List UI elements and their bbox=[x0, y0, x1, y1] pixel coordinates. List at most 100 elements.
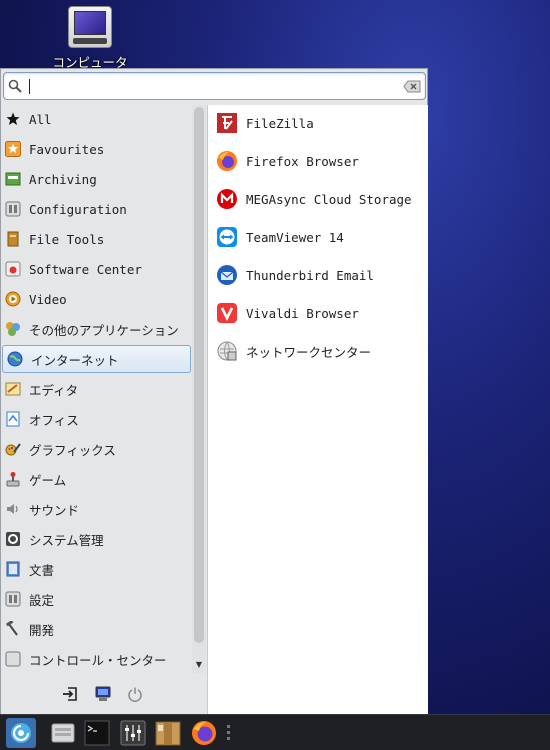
app-label: TeamViewer 14 bbox=[246, 229, 344, 245]
logout-icon[interactable] bbox=[61, 685, 79, 703]
clear-search-icon[interactable] bbox=[403, 80, 421, 93]
app-launcher-item[interactable]: MEGAsync Cloud Storage bbox=[216, 184, 412, 214]
app-label: ネットワークセンター bbox=[246, 344, 372, 360]
lock-screen-icon[interactable] bbox=[94, 685, 112, 703]
app-label: FileZilla bbox=[246, 115, 314, 131]
editor-icon bbox=[5, 381, 21, 397]
category-item[interactable]: 文書 bbox=[1, 555, 191, 583]
system-icon bbox=[5, 531, 21, 547]
category-item[interactable]: Software Center bbox=[1, 255, 191, 283]
file-manager-button[interactable] bbox=[48, 718, 78, 748]
app-launcher-item[interactable]: Firefox Browser bbox=[216, 146, 359, 176]
app-label: Thunderbird Email bbox=[246, 267, 374, 283]
joystick-icon bbox=[5, 471, 21, 487]
category-item[interactable]: オフィス bbox=[1, 405, 191, 433]
archive-box-icon bbox=[155, 721, 181, 746]
category-item[interactable]: その他のアプリケーション bbox=[1, 315, 191, 343]
speaker-icon bbox=[5, 501, 21, 517]
taskbar-separator bbox=[227, 725, 231, 743]
mixer-settings-button[interactable] bbox=[118, 718, 148, 748]
desktop-computer-icon[interactable]: コンピュータ bbox=[48, 4, 132, 71]
category-item[interactable]: All bbox=[1, 105, 191, 133]
office-icon bbox=[5, 411, 21, 427]
taskbar bbox=[0, 714, 550, 750]
category-item[interactable]: コントロール・センター bbox=[1, 645, 191, 673]
category-label: ゲーム bbox=[29, 472, 67, 488]
application-list: FileZilla Firefox Browser MEGAsync Cloud S… bbox=[207, 105, 428, 714]
app-label: Vivaldi Browser bbox=[246, 305, 359, 321]
category-label: Video bbox=[29, 291, 67, 307]
mega-icon bbox=[216, 188, 238, 210]
search-input[interactable] bbox=[32, 76, 402, 96]
text-cursor bbox=[29, 79, 30, 94]
archive-icon bbox=[5, 171, 21, 187]
scroll-down-arrow-icon[interactable]: ▼ bbox=[194, 659, 204, 671]
category-item[interactable]: Favourites bbox=[1, 135, 191, 163]
control-center-icon bbox=[5, 651, 21, 667]
start-menu-button[interactable] bbox=[6, 718, 36, 748]
category-label: Configuration bbox=[29, 201, 127, 217]
firefox-icon bbox=[216, 150, 238, 172]
firefox-taskbar-icon bbox=[192, 721, 216, 745]
category-item[interactable]: サウンド bbox=[1, 495, 191, 523]
category-label: インターネット bbox=[31, 352, 119, 368]
configuration-icon bbox=[5, 201, 21, 217]
category-label: Favourites bbox=[29, 141, 105, 157]
teamviewer-icon bbox=[216, 226, 238, 248]
category-item[interactable]: 開発 bbox=[1, 615, 191, 643]
terminal-icon bbox=[84, 720, 110, 746]
category-label: その他のアプリケーション bbox=[29, 322, 179, 338]
category-item[interactable]: 設定 bbox=[1, 585, 191, 613]
category-scrollbar[interactable]: ▼ bbox=[192, 105, 206, 673]
archive-manager-button[interactable] bbox=[153, 718, 183, 748]
category-label: 開発 bbox=[29, 622, 55, 638]
category-item[interactable]: File Tools bbox=[1, 225, 191, 253]
category-item[interactable]: インターネット bbox=[2, 345, 191, 373]
app-launcher-item[interactable]: Vivaldi Browser bbox=[216, 298, 359, 328]
settings-icon bbox=[5, 591, 21, 607]
other-apps-icon bbox=[5, 321, 21, 337]
file-manager-icon bbox=[51, 723, 75, 743]
star-icon bbox=[5, 111, 21, 127]
application-menu: All Favourites Archiving Configuration File … bbox=[0, 68, 428, 714]
category-item[interactable]: Video bbox=[1, 285, 191, 313]
category-label: Archiving bbox=[29, 171, 97, 187]
computer-icon bbox=[68, 6, 112, 48]
category-label: 文書 bbox=[29, 562, 55, 578]
category-item[interactable]: グラフィックス bbox=[1, 435, 191, 463]
category-item[interactable]: Archiving bbox=[1, 165, 191, 193]
filezilla-icon bbox=[216, 112, 238, 134]
app-launcher-item[interactable]: ネットワークセンター bbox=[216, 336, 371, 366]
category-list: All Favourites Archiving Configuration File … bbox=[1, 105, 192, 673]
graphics-icon bbox=[5, 441, 21, 457]
app-launcher-item[interactable]: TeamViewer 14 bbox=[216, 222, 344, 252]
thunderbird-icon bbox=[216, 264, 238, 286]
app-launcher-item[interactable]: Thunderbird Email bbox=[216, 260, 374, 290]
document-icon bbox=[5, 561, 21, 577]
app-label: MEGAsync Cloud Storage bbox=[246, 191, 412, 207]
category-label: グラフィックス bbox=[29, 442, 116, 458]
file-tools-icon bbox=[5, 231, 21, 247]
app-launcher-item[interactable]: FileZilla bbox=[216, 108, 314, 138]
category-item[interactable]: Configuration bbox=[1, 195, 191, 223]
category-label: All bbox=[29, 111, 52, 127]
category-item[interactable]: エディタ bbox=[1, 375, 191, 403]
search-box[interactable] bbox=[3, 72, 426, 100]
favourites-icon bbox=[5, 141, 21, 157]
category-label: オフィス bbox=[29, 412, 79, 428]
start-menu-icon bbox=[11, 723, 31, 743]
vivaldi-icon bbox=[216, 302, 238, 324]
category-item[interactable]: システム管理 bbox=[1, 525, 191, 553]
terminal-button[interactable] bbox=[82, 718, 112, 748]
sliders-icon bbox=[120, 720, 146, 746]
power-icon[interactable] bbox=[126, 685, 144, 703]
app-label: Firefox Browser bbox=[246, 153, 359, 169]
category-label: システム管理 bbox=[29, 532, 104, 548]
menu-footer bbox=[1, 673, 207, 714]
category-label: File Tools bbox=[29, 231, 105, 247]
category-label: エディタ bbox=[29, 382, 79, 398]
firefox-taskbar-button[interactable] bbox=[189, 718, 219, 748]
category-label: Software Center bbox=[29, 261, 142, 277]
scrollbar-thumb[interactable] bbox=[194, 107, 204, 643]
category-item[interactable]: ゲーム bbox=[1, 465, 191, 493]
